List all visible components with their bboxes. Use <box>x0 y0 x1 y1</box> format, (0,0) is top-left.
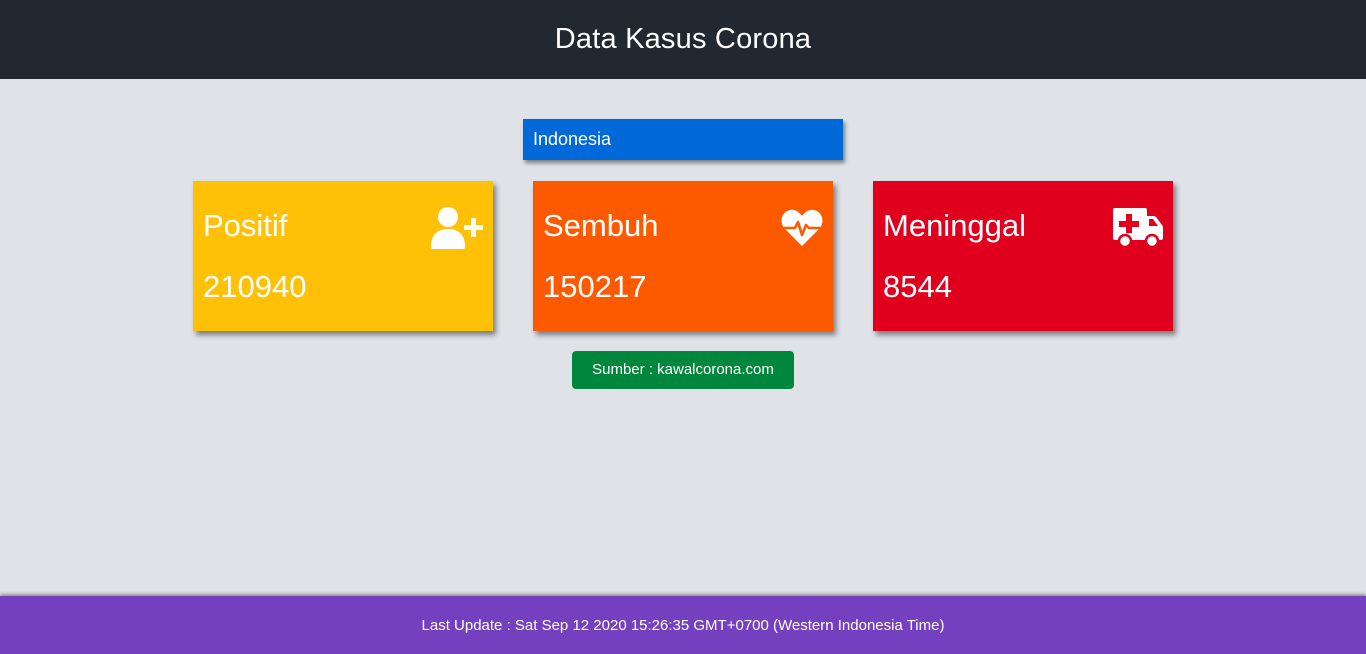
footer-bar: Last Update : Sat Sep 12 2020 15:26:35 G… <box>0 596 1366 654</box>
card-label: Sembuh <box>543 208 659 243</box>
page-title: Data Kasus Corona <box>554 23 812 55</box>
header-bar: Data Kasus Corona <box>0 0 1366 79</box>
country-label: Indonesia <box>523 119 843 160</box>
last-update-text: Last Update : Sat Sep 12 2020 15:26:35 G… <box>421 616 945 634</box>
ambulance-icon <box>1109 205 1163 251</box>
card-value: 210940 <box>203 269 307 304</box>
source-button[interactable]: Sumber : kawalcorona.com <box>572 351 794 389</box>
card-value: 8544 <box>883 269 952 304</box>
card-positif: Positif 210940 <box>193 181 493 331</box>
card-meninggal: Meninggal 8544 <box>873 181 1173 331</box>
card-label: Meninggal <box>883 208 1027 243</box>
card-sembuh: Sembuh 150217 <box>533 181 833 331</box>
card-value: 150217 <box>543 269 647 304</box>
user-plus-icon <box>429 205 483 251</box>
heartbeat-icon <box>769 205 823 251</box>
card-label: Positif <box>203 208 288 243</box>
